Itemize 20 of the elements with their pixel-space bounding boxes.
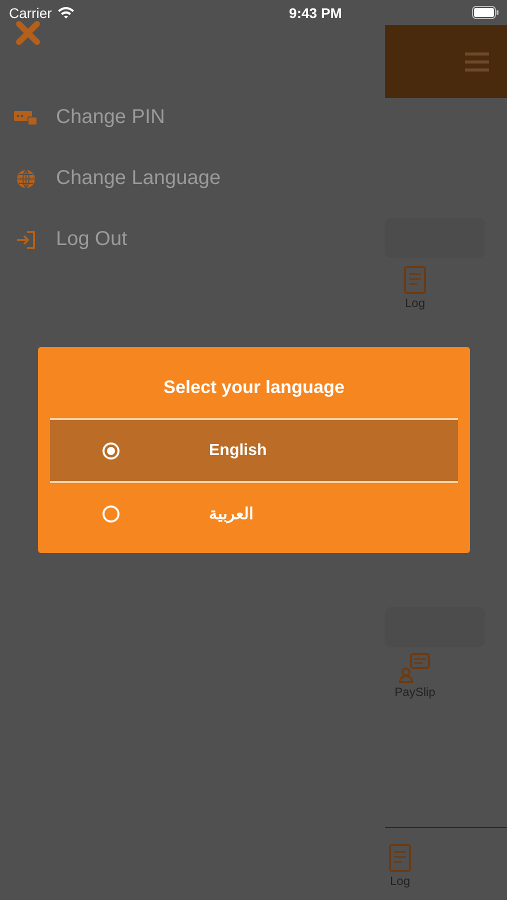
radio-button[interactable] xyxy=(102,504,120,522)
logout-icon xyxy=(14,230,38,250)
wifi-icon xyxy=(56,6,75,19)
battery-icon xyxy=(472,6,499,19)
menu-icon[interactable] xyxy=(464,52,490,72)
language-option[interactable]: English xyxy=(50,420,458,483)
clipboard-icon xyxy=(388,842,412,872)
card-lock-icon xyxy=(14,110,38,126)
language-option[interactable]: العربية xyxy=(50,483,458,544)
radio-button[interactable] xyxy=(102,442,120,460)
close-icon[interactable] xyxy=(15,20,41,46)
dialog-title: Select your language xyxy=(162,376,346,399)
person-chat-icon[interactable] xyxy=(399,653,431,683)
menu-item[interactable]: Log Out xyxy=(0,209,385,270)
carrier-label: Carrier xyxy=(9,4,52,20)
clipboard-icon[interactable] xyxy=(403,264,427,294)
globe-icon xyxy=(14,168,38,188)
status-time: 9:43 PM xyxy=(289,4,342,20)
menu-item[interactable]: Change Language xyxy=(0,148,385,209)
menu-item[interactable]: Change PIN xyxy=(0,87,385,148)
